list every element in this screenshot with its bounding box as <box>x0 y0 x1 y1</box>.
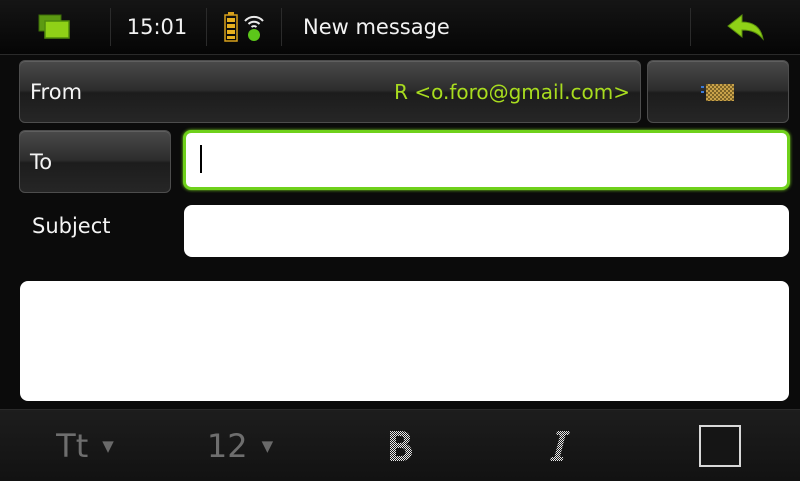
chevron-down-icon: ▼ <box>102 436 114 455</box>
task-switcher-icon <box>38 14 70 39</box>
from-label: From <box>30 79 83 104</box>
wifi-presence-icon <box>244 15 264 41</box>
text-color-button[interactable] <box>680 410 760 481</box>
font-size-value: 12 <box>206 426 248 465</box>
from-account-button[interactable]: From R <o.foro@gmail.com> <box>19 60 641 123</box>
message-body-field[interactable] <box>20 281 789 401</box>
attachment-icon <box>701 83 734 101</box>
formatting-toolbar: Tt ▼ 12 ▼ <box>0 409 800 481</box>
font-label: Tt <box>56 426 89 465</box>
subject-label: Subject <box>32 214 111 238</box>
from-account-value: R <o.foro@gmail.com> <box>394 79 630 104</box>
italic-button[interactable] <box>520 410 600 481</box>
text-cursor <box>200 145 202 173</box>
italic-icon <box>550 430 570 461</box>
font-size-selector[interactable]: 12 ▼ <box>185 410 295 481</box>
attach-button[interactable] <box>647 60 789 123</box>
to-recipients-button[interactable]: To <box>19 130 171 193</box>
task-switcher-button[interactable] <box>0 0 110 54</box>
back-arrow-icon <box>727 13 764 41</box>
subject-field[interactable] <box>184 205 789 257</box>
status-bar: 15:01 New message <box>0 0 800 55</box>
bold-button[interactable] <box>360 410 440 481</box>
back-button[interactable] <box>692 0 800 54</box>
page-title: New message <box>303 15 450 39</box>
battery-icon <box>224 12 238 42</box>
font-selector[interactable]: Tt ▼ <box>30 410 140 481</box>
bold-icon <box>390 430 412 461</box>
text-color-swatch <box>699 424 741 467</box>
status-indicators[interactable] <box>210 0 280 54</box>
to-field[interactable] <box>183 130 790 190</box>
clock[interactable]: 15:01 <box>112 0 202 54</box>
chevron-down-icon: ▼ <box>261 436 274 455</box>
